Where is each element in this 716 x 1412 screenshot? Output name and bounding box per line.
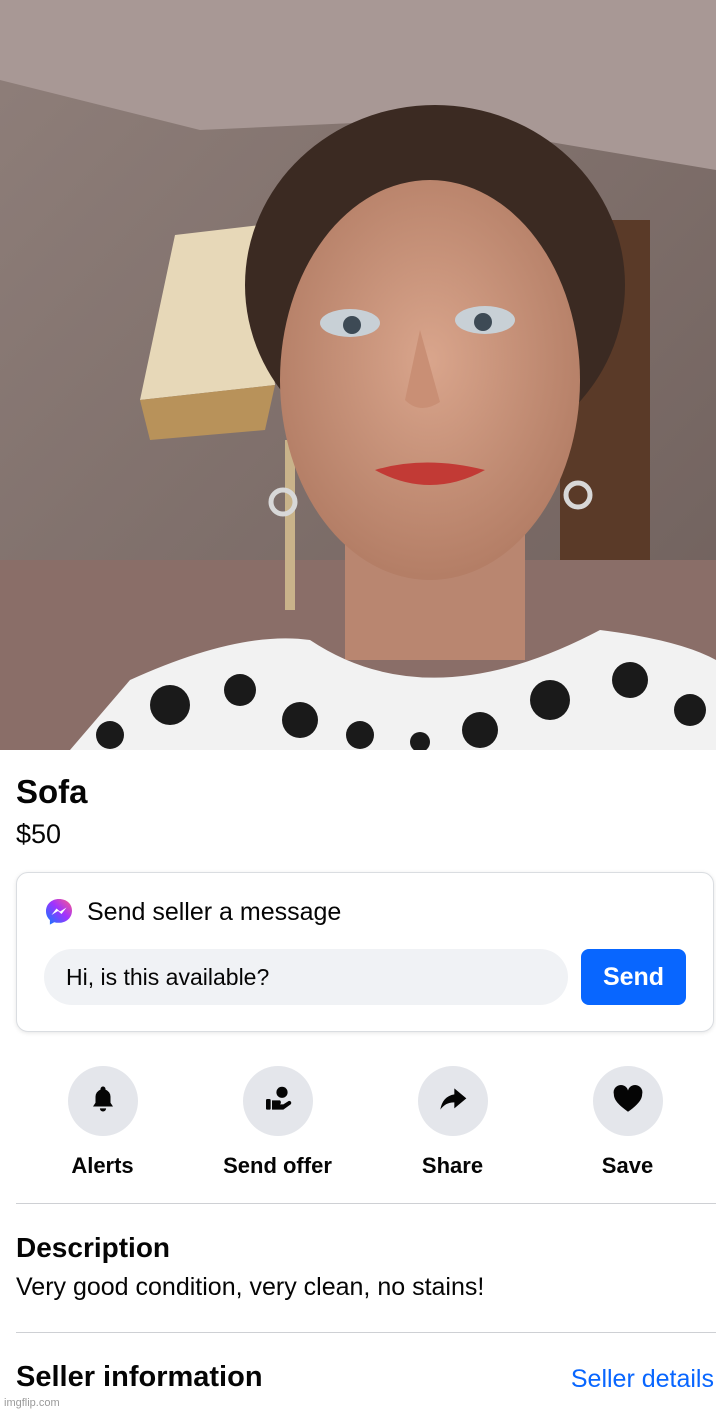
alerts-icon-circle[interactable] bbox=[67, 1066, 138, 1136]
bell-icon bbox=[88, 1084, 118, 1119]
save-label: Save bbox=[601, 1153, 654, 1178]
send-offer-icon-circle[interactable] bbox=[242, 1066, 313, 1136]
listing-title: Sofa bbox=[16, 773, 88, 810]
share-icon-circle[interactable] bbox=[417, 1066, 488, 1136]
seller-details-link[interactable]: Seller details bbox=[571, 1362, 714, 1396]
message-card-header: Send seller a message bbox=[44, 897, 341, 927]
alerts-label: Alerts bbox=[71, 1153, 134, 1178]
send-offer-label: Send offer bbox=[223, 1153, 332, 1178]
share-button[interactable]: Share bbox=[365, 1066, 540, 1180]
seller-information-heading: Seller information bbox=[16, 1361, 263, 1393]
heart-icon bbox=[611, 1082, 645, 1121]
description-text: Very good condition, very clean, no stai… bbox=[16, 1273, 485, 1301]
divider bbox=[16, 1332, 716, 1333]
alerts-button[interactable]: Alerts bbox=[15, 1066, 190, 1180]
divider bbox=[16, 1203, 716, 1204]
save-icon-circle[interactable] bbox=[592, 1066, 663, 1136]
message-input[interactable]: Hi, is this available? bbox=[44, 949, 568, 1005]
imgflip-watermark: imgflip.com bbox=[4, 1397, 60, 1409]
messenger-icon bbox=[44, 897, 74, 927]
description-heading: Description bbox=[16, 1232, 171, 1263]
offer-hand-icon bbox=[262, 1083, 294, 1120]
message-seller-card: Send seller a message Hi, is this availa… bbox=[16, 872, 714, 1032]
send-button[interactable]: Send bbox=[581, 949, 686, 1005]
listing-photo[interactable] bbox=[0, 0, 716, 750]
message-card-heading: Send seller a message bbox=[87, 898, 342, 926]
share-arrow-icon bbox=[437, 1083, 469, 1120]
share-label: Share bbox=[421, 1153, 484, 1178]
send-offer-button[interactable]: Send offer bbox=[190, 1066, 365, 1180]
listing-actions: Alerts Send offer Share Save bbox=[0, 1066, 716, 1186]
save-button[interactable]: Save bbox=[540, 1066, 715, 1180]
listing-price: $50 bbox=[16, 819, 62, 849]
